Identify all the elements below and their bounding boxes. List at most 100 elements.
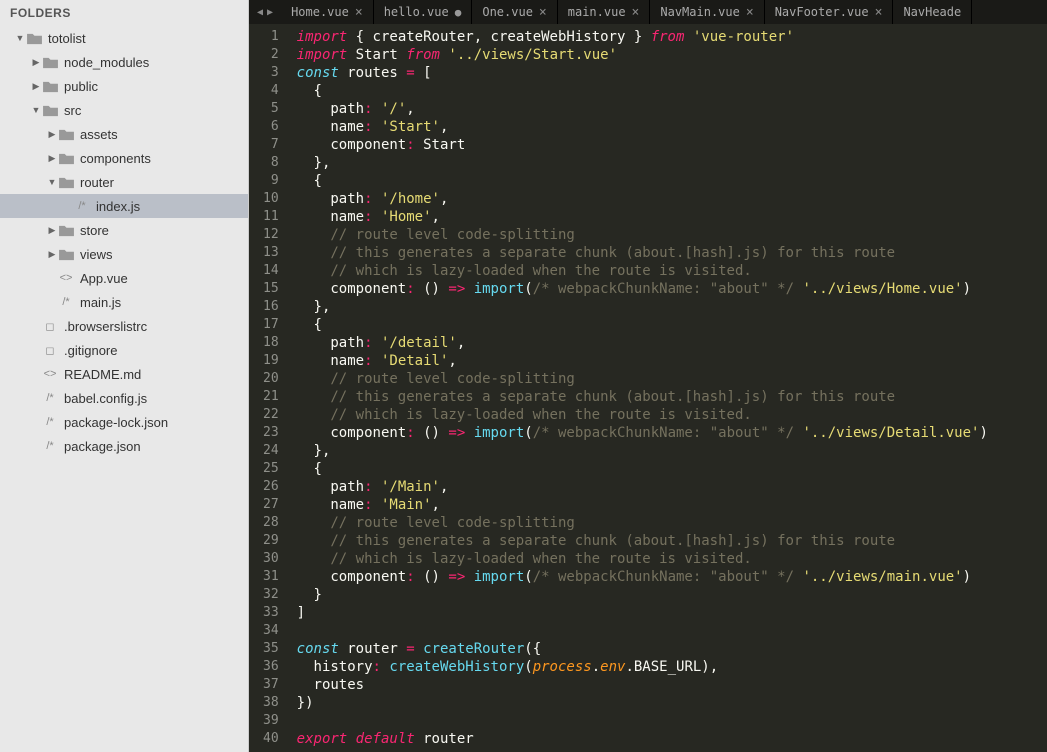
tree-file[interactable]: /*main.js bbox=[0, 290, 248, 314]
tree-file[interactable]: ◻.browserslistrc bbox=[0, 314, 248, 338]
code-line: routes bbox=[297, 676, 1039, 694]
line-number: 29 bbox=[263, 532, 279, 550]
line-number: 8 bbox=[263, 154, 279, 172]
tree-folder[interactable]: ▶node_modules bbox=[0, 50, 248, 74]
code-line: export default router bbox=[297, 730, 1039, 748]
tree-item-label: node_modules bbox=[64, 55, 149, 70]
line-number: 20 bbox=[263, 370, 279, 388]
folder-icon bbox=[42, 102, 58, 118]
line-number: 35 bbox=[263, 640, 279, 658]
chevron-right-icon: ▶ bbox=[46, 153, 58, 164]
tree-file[interactable]: /*babel.config.js bbox=[0, 386, 248, 410]
file-icon: /* bbox=[42, 390, 58, 406]
code-content[interactable]: import { createRouter, createWebHistory … bbox=[289, 24, 1047, 752]
line-number: 26 bbox=[263, 478, 279, 496]
line-number: 21 bbox=[263, 388, 279, 406]
code-line: // this generates a separate chunk (abou… bbox=[297, 244, 1039, 262]
editor-tab[interactable]: NavMain.vue× bbox=[650, 0, 764, 24]
chevron-down-icon: ▼ bbox=[14, 33, 26, 43]
line-number: 18 bbox=[263, 334, 279, 352]
line-number: 2 bbox=[263, 46, 279, 64]
chevron-down-icon: ▼ bbox=[46, 177, 58, 187]
tab-label: One.vue bbox=[482, 5, 533, 19]
tree-folder[interactable]: ▶components bbox=[0, 146, 248, 170]
editor-tab[interactable]: One.vue × bbox=[472, 0, 557, 24]
file-icon: <> bbox=[58, 270, 74, 286]
tree-folder[interactable]: ▶ assets bbox=[0, 122, 248, 146]
code-line: { bbox=[297, 316, 1039, 334]
line-number: 31 bbox=[263, 568, 279, 586]
dirty-indicator-icon: ● bbox=[455, 6, 462, 19]
tree-item-label: src bbox=[64, 103, 81, 118]
code-line: }, bbox=[297, 442, 1039, 460]
tab-nav-left-icon[interactable]: ◀ bbox=[255, 7, 265, 18]
tree-folder[interactable]: ▼router bbox=[0, 170, 248, 194]
tree-item-label: index.js bbox=[96, 199, 140, 214]
code-line: // route level code-splitting bbox=[297, 514, 1039, 532]
editor-tab[interactable]: NavFooter.vue× bbox=[765, 0, 894, 24]
editor-tab[interactable]: main.vue× bbox=[558, 0, 651, 24]
line-number: 6 bbox=[263, 118, 279, 136]
editor-tab[interactable]: NavHeade bbox=[893, 0, 972, 24]
tab-nav-arrows: ◀ ▶ bbox=[249, 7, 281, 18]
tree-item-label: public bbox=[64, 79, 98, 94]
tree-folder[interactable]: ▶public bbox=[0, 74, 248, 98]
tree-item-label: main.js bbox=[80, 295, 121, 310]
file-icon: <> bbox=[42, 366, 58, 382]
code-line: }) bbox=[297, 694, 1039, 712]
line-number: 40 bbox=[263, 730, 279, 748]
line-number: 10 bbox=[263, 190, 279, 208]
tree-folder[interactable]: ▶ store bbox=[0, 218, 248, 242]
editor-tab[interactable]: hello.vue ● bbox=[374, 0, 473, 24]
folder-icon bbox=[42, 78, 58, 94]
folder-tree[interactable]: ▼totolist▶node_modules▶public▼src▶assets… bbox=[0, 26, 248, 752]
folder-icon bbox=[26, 30, 42, 46]
folder-icon bbox=[58, 246, 74, 262]
code-line: { bbox=[297, 82, 1039, 100]
tree-file[interactable]: /*package.json bbox=[0, 434, 248, 458]
tree-item-label: package-lock.json bbox=[64, 415, 168, 430]
tab-bar: ◀ ▶ Home.vue×hello.vue●One.vue×main.vue×… bbox=[249, 0, 1047, 24]
tree-root[interactable]: ▼totolist bbox=[0, 26, 248, 50]
file-icon: /* bbox=[42, 438, 58, 454]
code-line: component: () => import(/* webpackChunkN… bbox=[297, 568, 1039, 586]
line-number: 15 bbox=[263, 280, 279, 298]
close-icon[interactable]: × bbox=[875, 5, 883, 20]
close-icon[interactable]: × bbox=[539, 5, 547, 20]
code-line: component: () => import(/* webpackChunkN… bbox=[297, 424, 1039, 442]
tree-file[interactable]: /*package-lock.json bbox=[0, 410, 248, 434]
tabs-container: Home.vue×hello.vue●One.vue×main.vue×NavM… bbox=[281, 0, 1047, 24]
line-number: 37 bbox=[263, 676, 279, 694]
tree-file[interactable]: /* index.js bbox=[0, 194, 248, 218]
tab-label: hello.vue bbox=[384, 5, 449, 19]
line-number: 3 bbox=[263, 64, 279, 82]
code-area[interactable]: 1234567891011121314151617181920212223242… bbox=[249, 24, 1047, 752]
sidebar-header: FOLDERS bbox=[0, 0, 248, 26]
line-number: 28 bbox=[263, 514, 279, 532]
file-icon: ◻ bbox=[42, 318, 58, 334]
tree-file[interactable]: ◻.gitignore bbox=[0, 338, 248, 362]
tree-folder[interactable]: ▼src bbox=[0, 98, 248, 122]
folder-icon bbox=[58, 150, 74, 166]
line-number: 16 bbox=[263, 298, 279, 316]
tree-item-label: README.md bbox=[64, 367, 141, 382]
close-icon[interactable]: × bbox=[632, 5, 640, 20]
editor-tab[interactable]: Home.vue× bbox=[281, 0, 374, 24]
tree-item-label: store bbox=[80, 223, 109, 238]
tree-item-label: assets bbox=[80, 127, 118, 142]
code-line: }, bbox=[297, 154, 1039, 172]
tab-nav-right-icon[interactable]: ▶ bbox=[265, 7, 275, 18]
code-line: component: () => import(/* webpackChunkN… bbox=[297, 280, 1039, 298]
file-icon: /* bbox=[74, 198, 90, 214]
close-icon[interactable]: × bbox=[746, 5, 754, 20]
tree-file[interactable]: <>App.vue bbox=[0, 266, 248, 290]
chevron-right-icon: ▶ bbox=[46, 225, 58, 236]
line-number: 7 bbox=[263, 136, 279, 154]
code-line: // this generates a separate chunk (abou… bbox=[297, 388, 1039, 406]
chevron-right-icon: ▶ bbox=[46, 129, 58, 140]
tree-file[interactable]: <> README.md bbox=[0, 362, 248, 386]
tree-folder[interactable]: ▶views bbox=[0, 242, 248, 266]
code-line bbox=[297, 622, 1039, 640]
code-line: path: '/detail', bbox=[297, 334, 1039, 352]
close-icon[interactable]: × bbox=[355, 5, 363, 20]
